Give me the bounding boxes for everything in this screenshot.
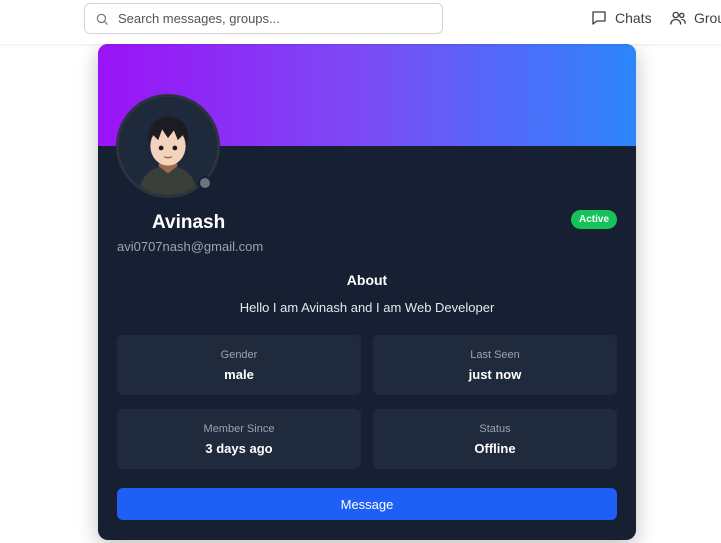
nav-chats-label: Chats (615, 10, 652, 26)
info-value: male (224, 367, 254, 382)
info-value: just now (468, 367, 522, 382)
info-last-seen: Last Seen just now (373, 335, 617, 395)
info-value: 3 days ago (205, 441, 273, 456)
top-navbar: Chats Grou (0, 0, 721, 44)
profile-email: avi0707nash@gmail.com (117, 239, 264, 254)
info-member-since: Member Since 3 days ago (117, 409, 361, 469)
info-gender: Gender male (117, 335, 361, 395)
about-text: Hello I am Avinash and I am Web Develope… (239, 300, 495, 315)
info-label: Gender (220, 349, 258, 361)
profile-card: Avinash avi0707nash@gmail.com Active Abo… (98, 44, 636, 540)
nav-groups[interactable]: Grou (669, 9, 721, 27)
status-badge: Active (571, 210, 617, 229)
groups-icon (670, 11, 686, 25)
info-label: Member Since (203, 423, 275, 435)
search-bar (84, 3, 443, 34)
search-icon (96, 13, 108, 25)
info-label: Last Seen (470, 349, 520, 361)
nav-groups-label: Grou (694, 10, 721, 26)
presence-dot (198, 176, 212, 190)
chat-icon (592, 11, 606, 25)
nav-chats[interactable]: Chats (590, 9, 652, 27)
info-status: Status Offline (373, 409, 617, 469)
info-label: Status (479, 423, 511, 435)
search-input[interactable] (85, 4, 442, 33)
profile-name: Avinash (152, 212, 226, 233)
info-value: Offline (474, 441, 516, 456)
about-heading: About (346, 272, 388, 288)
message-button[interactable]: Message (117, 488, 617, 520)
